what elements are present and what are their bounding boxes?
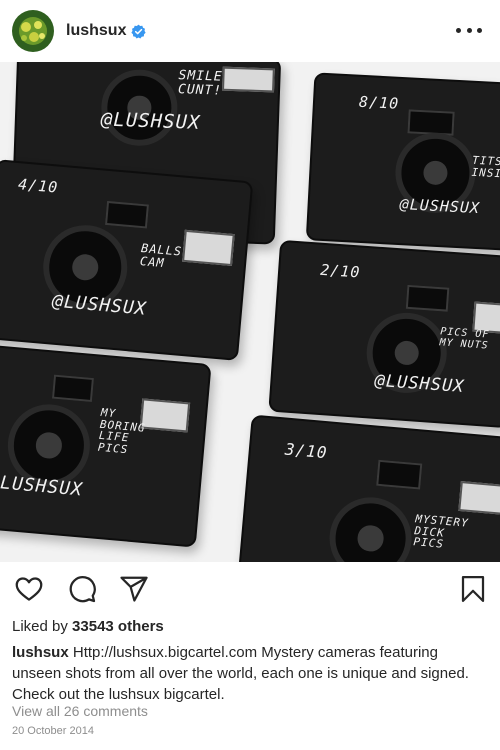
bookmark-icon[interactable] (458, 574, 488, 604)
camera-text: MYSTERY DICK PICS (412, 512, 470, 551)
camera-tag: @LUSHSUX (100, 108, 201, 134)
more-dot (466, 27, 472, 33)
camera-count: 8/10 (358, 92, 400, 113)
more-dot (456, 27, 461, 33)
camera-lens (326, 493, 415, 562)
camera-lens (100, 68, 179, 148)
camera-flash (139, 398, 191, 433)
camera-tag: @LUSHSUX (51, 290, 148, 320)
camera-flash (222, 66, 275, 93)
likes-summary[interactable]: Liked by 33543 others (12, 618, 164, 635)
camera-flash (458, 481, 500, 516)
more-options-icon[interactable] (456, 18, 482, 42)
camera-text: SMILE CUNT! (177, 68, 223, 99)
camera-text: MY BORING LIFE PICS (97, 405, 147, 456)
camera-tag: @LUSHSUX (399, 195, 481, 218)
caption-username[interactable]: lushsux (12, 644, 69, 661)
camera: 4/10 BALLS CAM @LUSHSUX (0, 159, 254, 361)
camera-text: PICS OF MY NUTS (439, 326, 490, 352)
action-bar (0, 566, 500, 612)
camera: MY BORING LIFE PICS @LUSHSUX (0, 344, 212, 548)
likes-count[interactable]: 33543 others (72, 618, 164, 635)
post-header: lushsux (0, 0, 500, 62)
camera-viewfinder (105, 200, 149, 229)
camera-flash (182, 229, 235, 267)
post-photo[interactable]: SMILE CUNT! @LUSHSUX 8/10 TITS INSIDE @L… (0, 62, 500, 562)
post-date: 20 October 2014 (12, 725, 94, 737)
more-dot (477, 27, 482, 33)
camera-text: BALLS CAM (139, 241, 183, 270)
likes-prefix: Liked by (12, 618, 68, 635)
camera: 3/10 MYSTERY DICK PICS (237, 414, 500, 562)
heart-icon[interactable] (14, 574, 44, 604)
view-comments-link[interactable]: View all 26 comments (12, 703, 148, 719)
camera-count: 3/10 (284, 439, 329, 463)
post-username[interactable]: lushsux (66, 22, 126, 40)
camera-viewfinder (407, 109, 455, 136)
camera-count: 2/10 (319, 260, 361, 282)
camera-tag: @LUSHSUX (373, 370, 466, 398)
comment-icon[interactable] (67, 574, 97, 604)
avatar[interactable] (12, 10, 54, 52)
share-icon[interactable] (119, 574, 149, 604)
camera-viewfinder (376, 459, 423, 490)
caption-text: Http://lushsux.bigcartel.com Mystery cam… (12, 644, 469, 703)
camera-count: 4/10 (17, 175, 59, 197)
post-caption: lushsux Http://lushsux.bigcartel.com Mys… (12, 642, 488, 705)
camera-text: TITS INSIDE (471, 153, 500, 181)
verified-badge-icon (131, 24, 147, 39)
camera-viewfinder (51, 374, 94, 402)
camera-viewfinder (405, 284, 450, 312)
camera: 2/10 PICS OF MY NUTS @LUSHSUX (268, 239, 500, 429)
camera: 8/10 TITS INSIDE @LUSHSUX (305, 72, 500, 252)
